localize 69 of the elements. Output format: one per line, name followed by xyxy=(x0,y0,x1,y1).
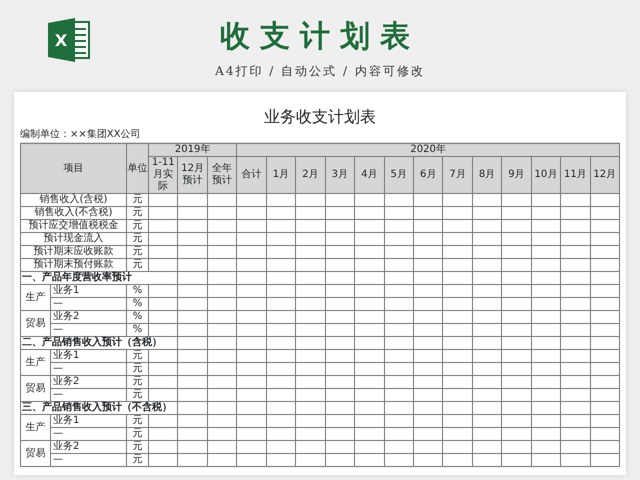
unit-cell: 元 xyxy=(126,414,148,428)
row-label: — xyxy=(50,298,126,310)
unit-cell: 元 xyxy=(126,258,148,272)
row-label: 销售收入(不含税) xyxy=(20,206,126,220)
section-heading: 一、产品年度营收率预计 xyxy=(20,272,178,284)
column-header: 7月 xyxy=(442,156,472,194)
column-header: 3月 xyxy=(325,156,355,194)
category-label: 生产 xyxy=(20,414,50,440)
row-label: — xyxy=(50,324,126,336)
row-label: — xyxy=(50,454,126,466)
page-subtitle: A4打印 / 自动公式 / 内容可修改 xyxy=(215,64,425,78)
column-group-header: 2019年 xyxy=(148,144,237,156)
unit-cell: 元 xyxy=(126,246,148,258)
category-label: 生产 xyxy=(20,350,50,376)
unit-cell: 元 xyxy=(126,232,148,246)
unit-cell: 元 xyxy=(126,194,148,206)
row-label: — xyxy=(50,388,126,402)
column-header: 1-11月实际 xyxy=(148,156,178,194)
column-header: 5月 xyxy=(384,156,414,194)
row-label: 业务1 xyxy=(50,414,126,428)
column-header: 4月 xyxy=(354,156,384,194)
row-label: 业务2 xyxy=(50,310,126,324)
unit-cell: 元 xyxy=(126,220,148,232)
row-label: 业务2 xyxy=(50,376,126,388)
category-label: 贸易 xyxy=(20,310,50,336)
category-label: 贸易 xyxy=(20,376,50,402)
row-label: 预计期末预付账款 xyxy=(20,258,126,272)
unit-cell: 元 xyxy=(126,388,148,402)
category-label: 贸易 xyxy=(20,440,50,466)
column-header: 6月 xyxy=(413,156,443,194)
column-header: 9月 xyxy=(502,156,532,194)
column-header: 2月 xyxy=(296,156,326,194)
row-label: 业务2 xyxy=(50,440,126,454)
unit-cell: 元 xyxy=(126,376,148,388)
category-label: 生产 xyxy=(20,284,50,310)
column-header: 合计 xyxy=(236,156,266,194)
column-header: 全年预计 xyxy=(207,156,237,194)
row-label: 业务1 xyxy=(50,350,126,362)
column-header: 10月 xyxy=(531,156,561,194)
row-label: 预计应交增值税税金 xyxy=(20,220,126,232)
unit-cell: 元 xyxy=(126,350,148,362)
unit-cell: % xyxy=(126,310,148,324)
row-label: 销售收入(含税) xyxy=(20,194,126,206)
unit-cell: 元 xyxy=(126,428,148,440)
column-header: 12月预计 xyxy=(178,156,208,194)
section-heading: 三、产品销售收入预计（不含税） xyxy=(20,402,178,414)
unit-cell: 元 xyxy=(126,206,148,220)
sheet-title: 业务收支计划表 xyxy=(264,107,376,126)
unit-cell: 元 xyxy=(126,440,148,454)
unit-cell: % xyxy=(126,298,148,310)
organization-label: 编制单位：××集团XX公司 xyxy=(20,129,140,140)
row-label: — xyxy=(50,362,126,376)
unit-cell: % xyxy=(126,284,148,298)
row-label: 预计期末应收账款 xyxy=(20,246,126,258)
column-header: 1月 xyxy=(266,156,296,194)
row-label: 业务1 xyxy=(50,284,126,298)
column-header: 项目 xyxy=(20,144,126,194)
column-header: 12月 xyxy=(590,156,620,194)
column-header: 11月 xyxy=(560,156,590,194)
row-label: — xyxy=(50,428,126,440)
page-title: 收支计划表 xyxy=(220,19,420,54)
unit-cell: 元 xyxy=(126,454,148,466)
row-label: 预计现金流入 xyxy=(20,232,126,246)
column-header: 单位 xyxy=(126,144,148,194)
column-group-header: 2020年 xyxy=(236,144,620,156)
unit-cell: 元 xyxy=(126,362,148,376)
section-heading: 二、产品销售收入预计（含税） xyxy=(20,336,178,350)
unit-cell: % xyxy=(126,324,148,336)
column-header: 8月 xyxy=(472,156,502,194)
